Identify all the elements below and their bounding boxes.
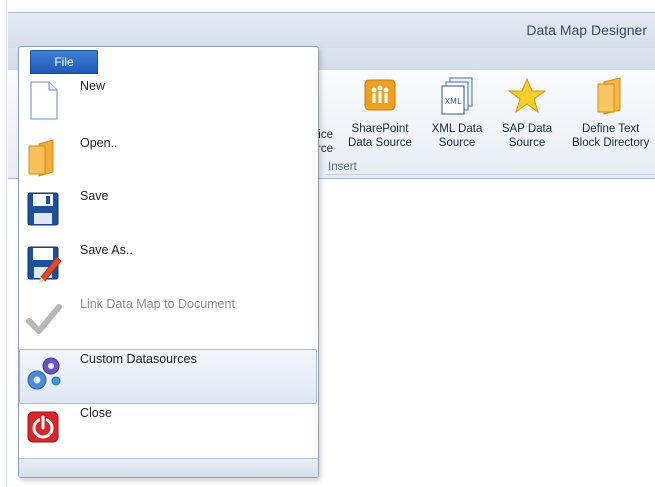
menu-item-label: Close [80, 406, 112, 420]
xml-label-line1: XML Data [431, 123, 483, 135]
window-title: Data Map Designer [526, 22, 647, 38]
menu-item-label: Custom Datasources [80, 352, 197, 366]
file-menu: File New Open.. Save Save As.. Link Data… [18, 46, 319, 478]
menu-item-save[interactable]: Save [20, 187, 316, 241]
menu-item-custom-datasources[interactable]: Custom Datasources [19, 349, 317, 404]
xml-label-line2: Source [438, 137, 476, 149]
menu-footer [19, 458, 318, 477]
menu-item-new[interactable]: New [20, 77, 316, 131]
new-document-icon [30, 81, 58, 120]
menu-item-open[interactable]: Open.. [20, 134, 316, 188]
menu-item-save-as[interactable]: Save As.. [20, 241, 316, 295]
gears-icon [27, 357, 61, 390]
menu-item-label: Save [80, 189, 109, 203]
open-folder-icon [28, 139, 54, 177]
save-as-icon [27, 246, 62, 283]
define-text-block-directory-button[interactable]: Define Text Block Directory [572, 76, 655, 158]
xml-icon: XML [441, 77, 473, 115]
xml-data-source-button[interactable]: XML XML Data Source [427, 76, 487, 158]
sap-label-line1: SAP Data [501, 123, 553, 135]
sap-data-source-button[interactable]: SAP Data Source [497, 76, 557, 158]
ribbon-group-separator [326, 174, 655, 175]
svg-text:XML: XML [445, 97, 462, 106]
checkmark-icon [26, 304, 62, 334]
star-icon [507, 77, 547, 114]
sap-label-line2: Source [508, 137, 546, 149]
menu-item-label: Link Data Map to Document [80, 297, 235, 311]
title-bar: Data Map Designer [8, 12, 655, 49]
define-text-label-line1: Define Text [582, 123, 640, 135]
sharepoint-label-line2: Data Source [348, 137, 412, 149]
sharepoint-label-line1: SharePoint [351, 123, 409, 135]
menu-item-label: New [80, 79, 106, 93]
sharepoint-icon [364, 79, 396, 111]
power-close-icon [27, 411, 59, 443]
menu-item-close[interactable]: Close [20, 404, 316, 458]
folder-icon [597, 77, 621, 115]
file-tab[interactable]: File [30, 50, 98, 74]
define-text-label-line2: Block Directory [572, 137, 650, 149]
insert-group-label: Insert [328, 161, 357, 173]
sharepoint-data-source-button[interactable]: SharePoint Data Source [345, 76, 415, 158]
menu-item-label: Open.. [80, 136, 118, 150]
menu-item-label: Save As.. [80, 243, 133, 257]
menu-item-link-data-map: Link Data Map to Document [20, 295, 316, 349]
save-floppy-icon [27, 192, 59, 226]
